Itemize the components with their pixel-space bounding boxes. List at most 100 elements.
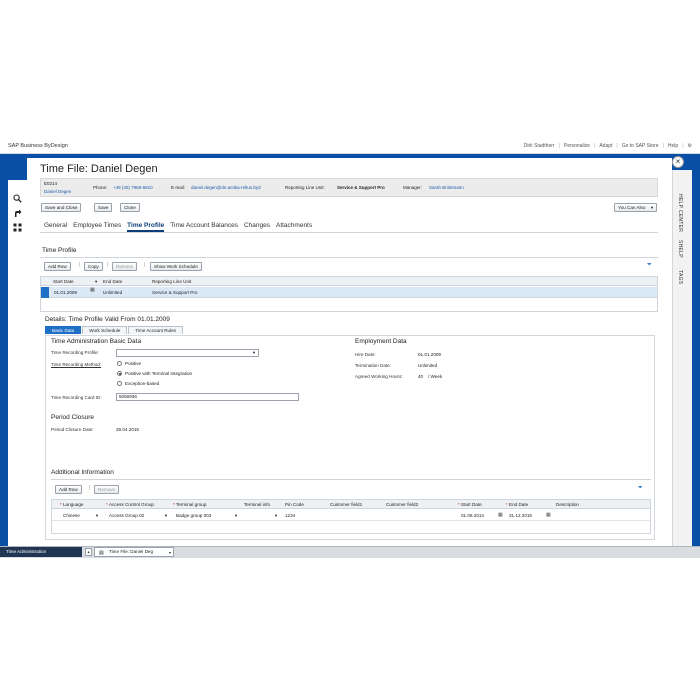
email-label: E-mail:	[171, 185, 186, 190]
subtab-work-schedule[interactable]: Work Schedule	[82, 326, 128, 334]
method-exception-radio[interactable]: Exception-based	[117, 381, 159, 386]
employment-data-title: Employment Data	[355, 338, 407, 345]
table-header: Start Date ▾ End Date Reporting Line Uni…	[41, 277, 657, 286]
shelp-tab[interactable]: SHELP	[677, 240, 683, 258]
radio-icon	[117, 381, 122, 386]
employee-name-link[interactable]: Daniel Degen	[44, 189, 71, 194]
col-customer-field2[interactable]: Customer field2	[386, 502, 418, 507]
col-customer-field1[interactable]: Customer field1	[330, 502, 362, 507]
method-exception-label: Exception-based	[125, 381, 160, 386]
search-icon[interactable]	[13, 194, 22, 203]
time-recording-profile-select[interactable]: ▼	[116, 349, 259, 357]
help-center-tab[interactable]: HELP CENTER	[677, 194, 683, 232]
method-terminal-radio[interactable]: Positive with Terminal Integration	[117, 371, 192, 376]
additional-info-title: Additional Information	[51, 469, 114, 476]
close-button[interactable]: Close	[120, 203, 140, 212]
filter-icon[interactable]: ⏷	[647, 262, 652, 269]
copy-button[interactable]: Copy	[84, 262, 103, 271]
col-terminal-group[interactable]: Terminal group	[176, 502, 206, 507]
row-pin-code[interactable]: 1234	[285, 513, 295, 518]
email-link[interactable]: daniel.degen@de.amika-reltus.byd	[191, 185, 261, 190]
personalize-link[interactable]: Personalize	[564, 143, 590, 149]
hierarchy-icon[interactable]	[13, 223, 22, 232]
chevron-down-icon[interactable]: ▼	[95, 513, 99, 518]
subtab-basic-data[interactable]: Basic Data	[45, 326, 82, 334]
employee-header: E0214 Daniel Degen Phone: +49 (40) 7968-…	[40, 178, 658, 197]
add-row-button[interactable]: Add Row	[44, 262, 71, 271]
row-language[interactable]: Chinese	[63, 513, 80, 518]
detail-subtabs: Basic Data Work Schedule Time Account Ru…	[45, 326, 183, 334]
period-closure-date-label: Period Closure Date:	[51, 427, 94, 432]
col-terminal-info[interactable]: Terminal info	[244, 502, 270, 507]
shell-links: Dirk Stadtherr | Personalize | Adapt | Go t…	[523, 143, 692, 149]
user-name[interactable]: Dirk Stadtherr	[524, 143, 555, 149]
toolbar-separator: |	[79, 262, 81, 268]
tab-employee-times[interactable]: Employee Times	[73, 222, 121, 232]
add-row-button[interactable]: Add Row	[55, 485, 82, 494]
hire-date-value: 01.01.2009	[418, 352, 441, 357]
line-unit-value: Service & Support Pro	[337, 185, 385, 190]
col-description[interactable]: Description	[556, 502, 579, 507]
subtab-time-account-rules[interactable]: Time Account Rules	[128, 326, 183, 334]
close-icon[interactable]: ×	[672, 156, 684, 168]
save-and-close-button[interactable]: Save and Close	[41, 203, 82, 212]
taskbar-document-label: Time File: Daniel Deg	[109, 549, 153, 554]
col-end-date[interactable]: End Date	[509, 502, 528, 507]
line-unit-label: Reporting Line Unit:	[285, 185, 325, 190]
row-access-group[interactable]: Access Group 02	[109, 513, 144, 518]
gear-icon[interactable]: ⚙	[688, 143, 692, 149]
show-work-schedule-button[interactable]: Show Work Schedule	[150, 262, 202, 271]
calendar-icon[interactable]: ▦	[546, 512, 551, 518]
chevron-down-icon[interactable]: ▼	[164, 513, 168, 518]
taskbar-menu-icon[interactable]: ▴	[85, 548, 92, 556]
time-profile-table: Start Date ▾ End Date Reporting Line Uni…	[40, 276, 658, 312]
tags-tab[interactable]: TAGS	[677, 270, 683, 284]
col-pin-code[interactable]: Pin Code	[285, 502, 304, 507]
employee-id: E0214	[44, 181, 58, 186]
adapt-link[interactable]: Adapt	[599, 143, 612, 149]
help-link[interactable]: Help	[668, 143, 678, 149]
phone-link[interactable]: +49 (40) 7968-6810	[113, 185, 153, 190]
row-start-date[interactable]: 01.06.2014	[461, 513, 484, 518]
calendar-icon[interactable]: ▦	[498, 512, 503, 518]
share-icon[interactable]	[13, 209, 22, 218]
row-terminal-group[interactable]: Badge group 003	[176, 513, 211, 518]
row-start-date: 01.01.2009	[54, 290, 77, 295]
row-end-date[interactable]: 31.12.2015	[509, 513, 532, 518]
col-start-date[interactable]: Start Date	[461, 502, 482, 507]
table-row[interactable]: 01.01.2009 Unlimited Service & Support P…	[41, 287, 657, 298]
tab-attachments[interactable]: Attachments	[276, 222, 312, 232]
taskbar-work-center[interactable]: Time Administration	[0, 547, 82, 557]
taskbar-document[interactable]: ▤ Time File: Daniel Deg ▾	[94, 547, 174, 557]
manager-link[interactable]: Sarah Brinkmann	[429, 185, 464, 190]
tab-changes[interactable]: Changes	[244, 222, 270, 232]
row-selector[interactable]	[41, 287, 49, 298]
row-end-date: Unlimited	[103, 290, 123, 295]
save-button[interactable]: Save	[94, 203, 113, 212]
chevron-down-icon: ▾	[168, 550, 171, 555]
col-language[interactable]: Language	[63, 502, 83, 507]
method-positive-radio[interactable]: Positive	[117, 361, 141, 366]
tab-time-account-balances[interactable]: Time Account Balances	[170, 222, 238, 232]
table-row[interactable]: Chinese ▼ Access Group 02 ▼ Badge group …	[52, 510, 650, 521]
radio-selected-icon	[117, 371, 122, 376]
col-access-control-group[interactable]: Access Control Group	[109, 502, 154, 507]
col-end-date[interactable]: End Date	[103, 279, 122, 284]
tab-general[interactable]: General	[44, 222, 67, 232]
you-can-also-button[interactable]: You Can Also ▼	[614, 203, 657, 212]
working-hours-label: Agreed Working Hours:	[355, 374, 403, 379]
chevron-down-icon[interactable]: ▼	[234, 513, 238, 518]
remove-button[interactable]: Remove	[94, 485, 120, 494]
tab-time-profile[interactable]: Time Profile	[127, 222, 165, 232]
manager-label: Manager:	[403, 185, 423, 190]
period-closure-date-value: 29.04.2015	[116, 427, 139, 432]
col-reporting-line-unit[interactable]: Reporting Line Unit	[152, 279, 191, 284]
remove-button[interactable]: Remove	[112, 262, 138, 271]
col-start-date[interactable]: Start Date	[53, 279, 74, 284]
sap-store-link[interactable]: Go to SAP Store	[622, 143, 659, 149]
filter-icon[interactable]: ⏷	[638, 485, 643, 492]
chevron-down-icon[interactable]: ▼	[274, 513, 278, 518]
calendar-icon[interactable]: ▦	[90, 287, 95, 293]
card-id-input[interactable]: 5056936	[116, 393, 299, 401]
you-can-also-label: You Can Also	[618, 205, 646, 210]
